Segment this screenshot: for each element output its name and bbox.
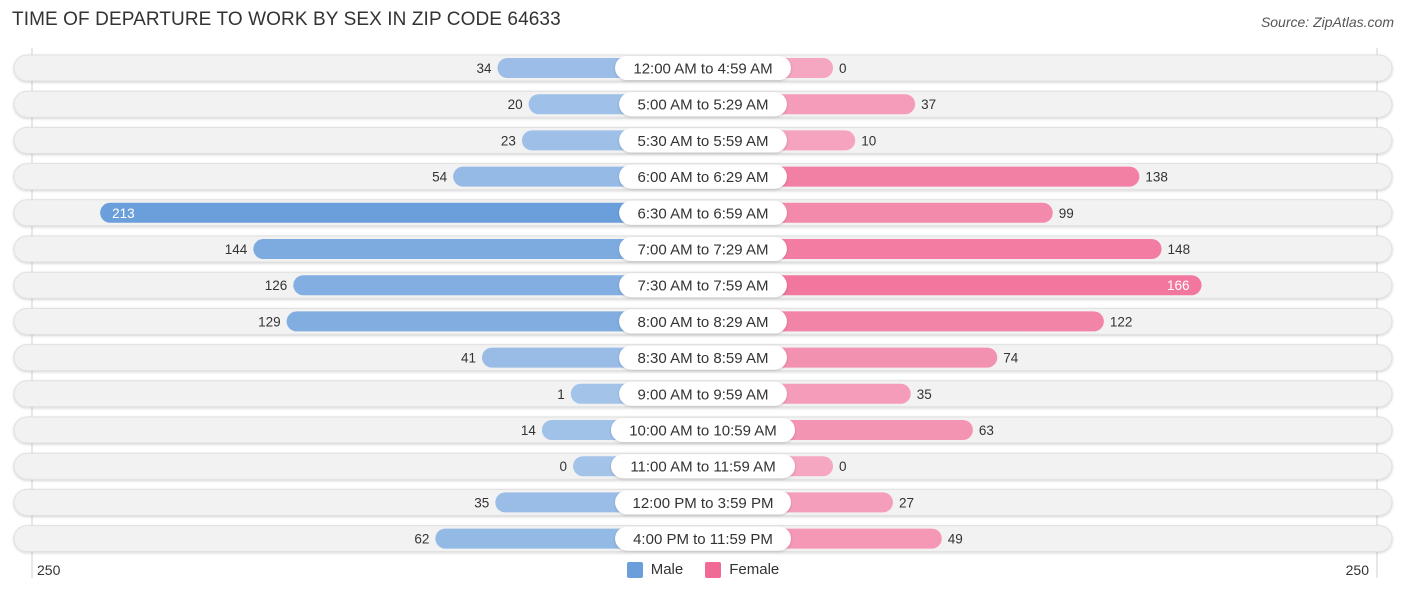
legend-swatch-female bbox=[705, 561, 722, 578]
female-value-label: 49 bbox=[948, 532, 963, 547]
female-value-label: 27 bbox=[899, 495, 914, 510]
chart-row: 6:00 AM to 6:29 AM 54 138 bbox=[13, 163, 1393, 191]
category-label: 12:00 PM to 3:59 PM bbox=[633, 495, 774, 512]
female-value-label: 63 bbox=[979, 423, 994, 438]
chart-row: 8:30 AM to 8:59 AM 41 74 bbox=[13, 344, 1393, 372]
chart-row: 8:00 AM to 8:29 AM 129 122 bbox=[13, 307, 1393, 335]
chart-row: 12:00 AM to 4:59 AM 34 0 bbox=[13, 54, 1393, 82]
male-value-label: 35 bbox=[474, 495, 489, 510]
male-value-label: 1 bbox=[557, 387, 565, 402]
female-value-label: 138 bbox=[1145, 170, 1168, 185]
category-label: 8:30 AM to 8:59 AM bbox=[638, 350, 769, 367]
female-value-label: 148 bbox=[1168, 242, 1191, 257]
male-value-label: 0 bbox=[559, 459, 567, 474]
female-value-label: 37 bbox=[921, 97, 936, 112]
chart-row: 9:00 AM to 9:59 AM 1 35 bbox=[13, 380, 1393, 408]
chart-row: 5:30 AM to 5:59 AM 23 10 bbox=[13, 126, 1393, 154]
chart-row: 4:00 PM to 11:59 PM 62 49 bbox=[13, 525, 1393, 553]
female-value-label: 166 bbox=[1167, 278, 1190, 293]
female-value-label: 122 bbox=[1110, 314, 1133, 329]
chart-row: 10:00 AM to 10:59 AM 14 63 bbox=[13, 416, 1393, 444]
female-value-label: 0 bbox=[839, 61, 847, 76]
category-label: 10:00 AM to 10:59 AM bbox=[629, 423, 777, 440]
category-label: 8:00 AM to 8:29 AM bbox=[638, 314, 769, 331]
legend-item-female[interactable]: Female bbox=[705, 561, 779, 578]
legend-label-male: Male bbox=[650, 561, 684, 578]
category-label: 5:00 AM to 5:29 AM bbox=[638, 97, 769, 114]
male-value-label: 213 bbox=[112, 206, 135, 221]
male-value-label: 14 bbox=[521, 423, 537, 438]
category-label: 12:00 AM to 4:59 AM bbox=[633, 61, 772, 78]
chart-row: 6:30 AM to 6:59 AM 213 99 bbox=[13, 199, 1393, 227]
legend-item-male[interactable]: Male bbox=[626, 561, 684, 578]
category-label: 9:00 AM to 9:59 AM bbox=[638, 386, 769, 403]
category-label: 7:30 AM to 7:59 AM bbox=[638, 278, 769, 295]
male-value-label: 144 bbox=[225, 242, 248, 257]
female-value-label: 10 bbox=[861, 133, 876, 148]
legend-swatch-male bbox=[626, 561, 643, 578]
male-value-label: 54 bbox=[432, 170, 448, 185]
diverging-bar-chart: 12:00 AM to 4:59 AM 34 0 5:00 AM to 5:29 AM… bbox=[13, 48, 1393, 578]
legend: Male Female bbox=[0, 561, 1406, 578]
male-value-label: 126 bbox=[265, 278, 288, 293]
female-value-label: 74 bbox=[1003, 351, 1019, 366]
male-value-label: 62 bbox=[414, 532, 429, 547]
category-label: 6:30 AM to 6:59 AM bbox=[638, 205, 769, 222]
male-bar bbox=[100, 202, 703, 223]
female-value-label: 99 bbox=[1059, 206, 1074, 221]
male-value-label: 23 bbox=[501, 133, 516, 148]
male-value-label: 129 bbox=[258, 314, 281, 329]
category-label: 4:00 PM to 11:59 PM bbox=[633, 531, 773, 548]
category-label: 7:00 AM to 7:29 AM bbox=[638, 242, 769, 259]
chart-row: 7:30 AM to 7:59 AM 126 166 bbox=[13, 271, 1393, 299]
category-label: 11:00 AM to 11:59 AM bbox=[630, 459, 775, 476]
chart-row: 7:00 AM to 7:29 AM 144 148 bbox=[13, 235, 1393, 263]
male-value-label: 41 bbox=[461, 351, 476, 366]
chart-row: 11:00 AM to 11:59 AM 0 0 bbox=[13, 452, 1393, 480]
female-value-label: 0 bbox=[839, 459, 847, 474]
male-value-label: 20 bbox=[508, 97, 523, 112]
legend-label-female: Female bbox=[729, 561, 780, 578]
chart-row: 12:00 PM to 3:59 PM 35 27 bbox=[13, 488, 1393, 516]
category-label: 6:00 AM to 6:29 AM bbox=[638, 169, 769, 186]
chart-row: 5:00 AM to 5:29 AM 20 37 bbox=[13, 90, 1393, 118]
male-value-label: 34 bbox=[476, 61, 492, 76]
category-label: 5:30 AM to 5:59 AM bbox=[638, 133, 769, 150]
female-value-label: 35 bbox=[917, 387, 932, 402]
